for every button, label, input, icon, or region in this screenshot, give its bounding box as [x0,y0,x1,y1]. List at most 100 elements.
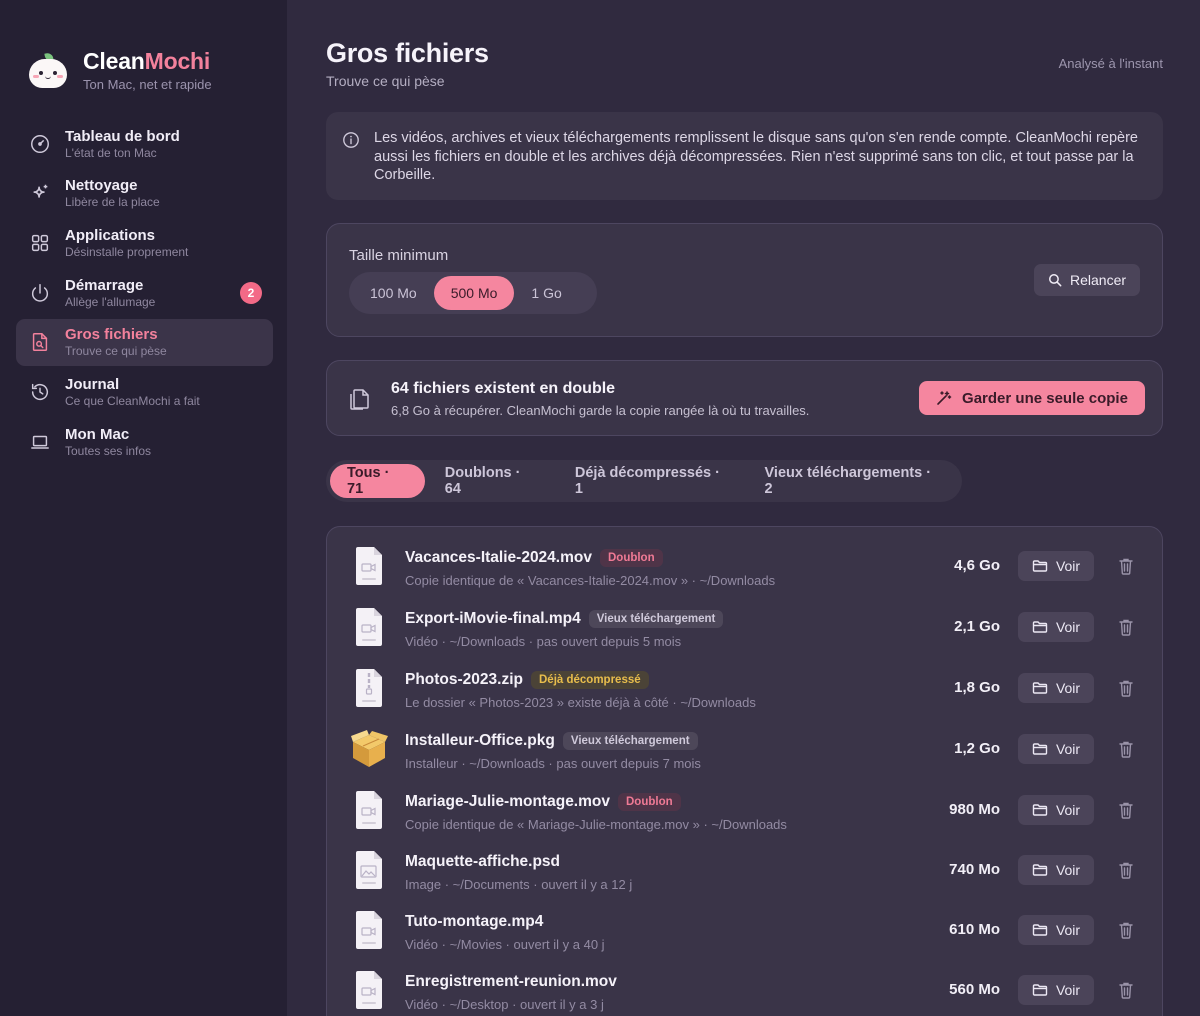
trash-icon[interactable] [1118,861,1134,879]
size-segmented-control: 100 Mo 500 Mo 1 Go [349,272,597,314]
sidebar-item-cleaning[interactable]: Nettoyage Libère de la place [16,170,273,217]
file-size: 560 Mo [949,981,1000,998]
file-name-text: Photos-2023.zip [405,671,523,688]
file-search-icon [28,330,52,354]
file-name: Maquette-affiche.psd [405,853,560,871]
view-in-finder-button[interactable]: Voir [1018,612,1094,642]
file-row[interactable]: Mariage-Julie-montage.mov Doublon Copie id… [327,781,1162,839]
search-icon [1048,274,1062,287]
view-in-finder-button[interactable]: Voir [1018,734,1094,764]
sidebar-nav: Tableau de bord L'état de ton Mac Nettoya… [16,120,273,468]
brand-name: CleanMochi [83,48,211,74]
sidebar-item-large-files[interactable]: Gros fichiers Trouve ce qui pèse [16,318,273,366]
tab-already-extracted[interactable]: Déjà décompressés · 1 [558,464,745,498]
package-icon [349,728,389,770]
file-row[interactable]: Maquette-affiche.psd Image · ~/Documents … [327,841,1162,899]
trash-icon[interactable] [1118,618,1134,636]
view-in-finder-button[interactable]: Voir [1018,551,1094,581]
duplicates-subtitle: 6,8 Go à récupérer. CleanMochi garde la … [391,403,810,418]
history-icon [28,380,52,404]
gauge-icon [28,132,52,156]
file-size: 980 Mo [949,801,1000,818]
file-row[interactable]: Tuto-montage.mp4 Vidéo · ~/Movies · ouver… [327,901,1162,959]
size-option-100mo[interactable]: 100 Mo [353,276,434,310]
file-details: Le dossier « Photos-2023 » existe déjà à… [405,695,756,710]
video-file-icon [349,606,389,648]
view-label: Voir [1055,802,1081,818]
view-label: Voir [1055,558,1081,574]
file-name: Photos-2023.zip Déjà décompressé [405,671,649,689]
file-row[interactable]: Enregistrement-reunion.mov Vidéo · ~/Desk… [327,961,1162,1016]
sidebar-item-my-mac[interactable]: Mon Mac Toutes ses infos [16,418,273,465]
trash-icon[interactable] [1118,981,1134,999]
file-size: 1,2 Go [954,740,1000,757]
sidebar: CleanMochi Ton Mac, net et rapide Tablea… [0,0,287,1016]
file-row[interactable]: Photos-2023.zip Déjà décompressé Le dossie… [327,659,1162,717]
tab-old-downloads[interactable]: Vieux téléchargements · 2 [748,464,956,498]
mochi-logo-icon [28,50,68,90]
view-in-finder-button[interactable]: Voir [1018,855,1094,885]
view-in-finder-button[interactable]: Voir [1018,975,1094,1005]
size-option-500mo[interactable]: 500 Mo [433,276,515,310]
trash-icon[interactable] [1118,921,1134,939]
file-size: 610 Mo [949,921,1000,938]
info-icon [343,132,359,148]
keep-one-copy-button[interactable]: Garder une seule copie [919,381,1145,415]
view-label: Voir [1055,741,1081,757]
file-name-text: Maquette-affiche.psd [405,853,561,870]
trash-icon[interactable] [1118,557,1134,575]
tab-all[interactable]: Tous · 71 [330,464,425,498]
file-details: Copie identique de « Vacances-Italie-202… [405,573,776,588]
trash-icon[interactable] [1118,679,1134,697]
file-badge: Doublon [599,549,663,567]
file-name-text: Enregistrement-reunion.mov [405,973,617,990]
view-in-finder-button[interactable]: Voir [1018,915,1094,945]
duplicates-card: 64 fichiers existent en double 6,8 Go à … [326,360,1163,436]
trash-icon[interactable] [1118,740,1134,758]
sparkles-icon [28,181,52,205]
info-text: Les vidéos, archives et vieux télécharge… [374,130,1138,183]
file-row[interactable]: Installeur-Office.pkg Vieux téléchargemen… [327,720,1162,778]
startup-count-badge: 2 [240,282,262,305]
grid-icon [28,231,52,255]
image-file-icon [349,849,389,891]
file-row[interactable]: Export-iMovie-final.mp4 Vieux téléchargem… [327,598,1162,656]
file-details: Copie identique de « Mariage-Julie-monta… [405,817,787,832]
rerun-label: Relancer [1069,272,1127,288]
file-name: Installeur-Office.pkg Vieux téléchargemen… [405,732,698,750]
file-name-text: Vacances-Italie-2024.mov [405,549,592,566]
size-filter-label: Taille minimum [349,247,449,264]
sidebar-item-applications[interactable]: Applications Désinstalle proprement [16,219,273,266]
folder-icon [1032,682,1048,694]
brand-tagline: Ton Mac, net et rapide [83,77,212,92]
size-option-1go[interactable]: 1 Go [514,276,578,310]
folder-icon [1032,743,1048,755]
file-details: Installeur · ~/Downloads · pas ouvert de… [405,756,701,771]
rerun-button[interactable]: Relancer [1034,264,1140,296]
folder-icon [1032,984,1048,996]
filter-tabs: Tous · 71 Doublons · 64 Déjà décompressé… [326,460,962,502]
file-details: Image · ~/Documents · ouvert il y a 12 j [405,877,633,892]
folder-icon [1032,864,1048,876]
file-badge: Vieux téléchargement [562,732,698,750]
sidebar-item-dashboard[interactable]: Tableau de bord L'état de ton Mac [16,120,273,167]
magic-wand-icon [937,391,952,405]
file-row[interactable]: Vacances-Italie-2024.mov Doublon Copie ide… [327,537,1162,595]
folder-icon [1032,924,1048,936]
tab-duplicates[interactable]: Doublons · 64 [428,464,555,498]
view-in-finder-button[interactable]: Voir [1018,795,1094,825]
video-file-icon [349,545,389,587]
sidebar-item-startup[interactable]: Démarrage Allège l'allumage 2 [16,269,273,316]
view-label: Voir [1055,862,1081,878]
view-label: Voir [1055,619,1081,635]
file-name-text: Tuto-montage.mp4 [405,913,544,930]
trash-icon[interactable] [1118,801,1134,819]
sidebar-item-journal[interactable]: Journal Ce que CleanMochi a fait [16,368,273,415]
file-size: 1,8 Go [954,679,1000,696]
file-size: 4,6 Go [954,557,1000,574]
folder-icon [1032,621,1048,633]
laptop-icon [28,430,52,454]
view-in-finder-button[interactable]: Voir [1018,673,1094,703]
file-name-text: Installeur-Office.pkg [405,732,555,749]
file-badge: Doublon [618,793,681,811]
